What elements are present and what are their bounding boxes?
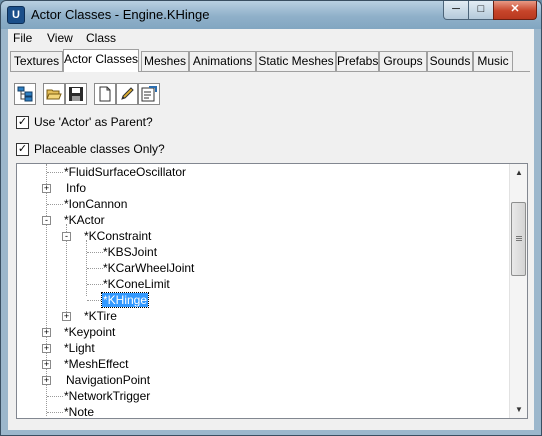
expand-icon[interactable]: + (42, 376, 51, 385)
tree-node-label: *KBSJoint (103, 245, 158, 259)
tree-node-label: *Note (64, 405, 95, 419)
tree-node[interactable]: *Light (64, 340, 95, 356)
minimize-icon: ─ (452, 3, 460, 15)
menu-file[interactable]: File (13, 31, 32, 45)
open-package-button[interactable] (43, 83, 65, 105)
tree-node[interactable]: *MeshEffect (64, 356, 128, 372)
tree-node[interactable]: *KTire (84, 308, 117, 324)
properties-icon (141, 86, 157, 102)
pencil-icon (121, 87, 134, 100)
tree-node[interactable]: *KConeLimit (103, 276, 170, 292)
window-title: Actor Classes - Engine.KHinge (31, 7, 210, 22)
expand-icon[interactable]: + (42, 328, 51, 337)
tree-node-label: *KTire (84, 309, 117, 323)
tree-node-label: *IonCannon (64, 197, 128, 211)
expand-icon[interactable]: + (42, 184, 51, 193)
tree-connector (47, 396, 63, 397)
maximize-icon: □ (477, 3, 485, 15)
thumb-grip (516, 240, 522, 241)
tree-node[interactable]: *IonCannon (64, 196, 127, 212)
collapse-icon[interactable]: - (42, 216, 51, 225)
tab-actor-classes[interactable]: Actor Classes (63, 49, 139, 72)
save-disk-icon (69, 87, 83, 101)
toolbar (8, 83, 534, 109)
tab-groups[interactable]: Groups (379, 51, 427, 71)
placeable-only-label: Placeable classes Only? (34, 142, 165, 156)
tree-connector (47, 204, 63, 205)
tree-node-label: *KActor (64, 213, 105, 227)
save-package-button[interactable] (65, 83, 87, 105)
tab-textures[interactable]: Textures (10, 51, 63, 71)
title-bar[interactable]: U Actor Classes - Engine.KHinge ─ □ ✕ (1, 1, 541, 29)
default-properties-button[interactable] (138, 83, 160, 105)
tree-scrollbar[interactable]: ▲ ▼ (509, 164, 527, 418)
tree-node[interactable]: *NetworkTrigger (64, 388, 150, 404)
close-button[interactable]: ✕ (493, 1, 537, 20)
app-icon: U (7, 6, 25, 24)
edit-script-button[interactable] (116, 83, 138, 105)
tree-node[interactable]: *KConstraint (84, 228, 151, 244)
browser-tabs: Textures Actor Classes Meshes Animations… (10, 49, 530, 72)
expand-icon[interactable]: + (62, 312, 71, 321)
scroll-down-arrow-icon[interactable]: ▼ (510, 401, 527, 418)
tree-node[interactable]: NavigationPoint (66, 372, 150, 388)
tab-static-meshes[interactable]: Static Meshes (256, 51, 336, 71)
tree-node[interactable]: *Note (64, 404, 95, 419)
tree-node-label: *Light (64, 341, 95, 355)
use-actor-parent-checkbox[interactable]: ✓ (16, 116, 29, 129)
tree-node-label: *NetworkTrigger (64, 389, 151, 403)
close-icon: ✕ (510, 3, 520, 15)
tree-connector (47, 172, 63, 173)
expand-icon[interactable]: + (42, 344, 51, 353)
scroll-up-arrow-icon[interactable]: ▲ (510, 164, 527, 181)
thumb-grip (516, 236, 522, 237)
new-class-button[interactable] (94, 83, 116, 105)
tab-music[interactable]: Music (473, 51, 513, 71)
menu-bar: File View Class (8, 29, 534, 47)
expand-icon[interactable]: + (42, 360, 51, 369)
tree-node[interactable]: *Keypoint (64, 324, 115, 340)
tree-node-label: *KHinge (100, 292, 150, 308)
collapse-icon[interactable]: - (62, 232, 71, 241)
tree-node-label: *Keypoint (64, 325, 116, 339)
tree-node-label: *FluidSurfaceOscillator (64, 165, 187, 179)
tree-node-label: *KConstraint (84, 229, 152, 243)
tree-connector (47, 412, 63, 413)
tree-connector (87, 268, 103, 269)
tree-node-label: *KCarWheelJoint (103, 261, 195, 275)
scroll-thumb[interactable] (511, 202, 526, 276)
tree-node-label: *KConeLimit (103, 277, 170, 291)
maximize-button[interactable]: □ (468, 1, 494, 20)
new-document-icon (99, 86, 111, 102)
tree-node-label: *MeshEffect (64, 357, 129, 371)
tree-node[interactable]: Info (66, 180, 86, 196)
thumb-grip (516, 238, 522, 239)
tab-meshes[interactable]: Meshes (141, 51, 189, 71)
client-area: File View Class Textures Actor Classes M… (8, 29, 534, 430)
tree-connector (87, 252, 103, 253)
menu-class[interactable]: Class (86, 31, 116, 45)
tree-node[interactable]: *KBSJoint (103, 244, 157, 260)
tree-node-label: NavigationPoint (66, 373, 151, 387)
tree-node-label: Info (66, 181, 87, 195)
tree-node-selected[interactable]: *KHinge (100, 292, 150, 308)
class-tree-icon (17, 86, 33, 102)
minimize-button[interactable]: ─ (443, 1, 469, 20)
tab-prefabs[interactable]: Prefabs (336, 51, 379, 71)
actor-classes-window: U Actor Classes - Engine.KHinge ─ □ ✕ Fi… (0, 0, 542, 436)
tree-node[interactable]: *KActor (64, 212, 105, 228)
tree-connector (87, 300, 103, 301)
class-tree-button[interactable] (14, 83, 36, 105)
tab-sounds[interactable]: Sounds (427, 51, 473, 71)
actor-class-tree[interactable]: *FluidSurfaceOscillator + Info *IonCanno… (16, 163, 528, 419)
tree-node[interactable]: *KCarWheelJoint (103, 260, 194, 276)
use-actor-parent-label: Use 'Actor' as Parent? (34, 115, 153, 129)
tree-node[interactable]: *FluidSurfaceOscillator (64, 164, 186, 180)
tree-connector (87, 284, 103, 285)
tab-animations[interactable]: Animations (189, 51, 256, 71)
open-folder-icon (46, 89, 62, 100)
menu-view[interactable]: View (47, 31, 73, 45)
placeable-only-checkbox[interactable]: ✓ (16, 143, 29, 156)
